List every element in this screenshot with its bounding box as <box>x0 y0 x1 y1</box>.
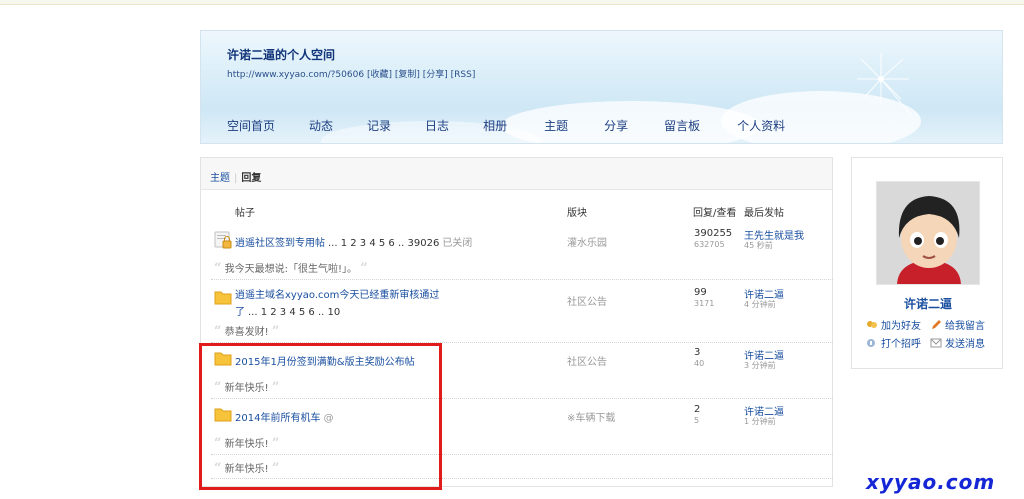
column-forum: 版块 <box>567 208 587 219</box>
forum-name[interactable]: 灌水乐园 <box>567 234 607 249</box>
last-post-time: 45 秒前 <box>744 241 773 250</box>
nav-share[interactable]: 分享 <box>604 117 628 134</box>
nav-records[interactable]: 记录 <box>367 117 391 134</box>
tab-topics[interactable]: 主题 <box>210 173 230 184</box>
wave-icon <box>867 339 875 347</box>
add-friend-link[interactable]: 加为好友 <box>866 317 921 332</box>
space-nav: 空间首页 动态 记录 日志 相册 主题 分享 留言板 个人资料 <box>227 117 785 134</box>
forum-name[interactable]: 社区公告 <box>567 293 607 308</box>
send-message-link[interactable]: 发送消息 <box>930 335 985 350</box>
reply-count: 390255 <box>694 228 733 239</box>
highlight-box <box>199 343 442 490</box>
rss-link[interactable]: [RSS] <box>451 70 476 80</box>
profile-card: 许诺二逼 加为好友 给我留言 打个招呼 发送消息 <box>851 157 1003 369</box>
locked-thread-icon <box>214 231 232 249</box>
nav-album[interactable]: 相册 <box>483 117 507 134</box>
nav-guestbook[interactable]: 留言板 <box>664 117 700 134</box>
nav-profile[interactable]: 个人资料 <box>737 117 785 134</box>
thread-pages[interactable]: ... 1 2 3 4 5 6 .. 39026 <box>328 238 439 249</box>
forum-name[interactable]: 社区公告 <box>567 353 607 368</box>
say-hello-link[interactable]: 打个招呼 <box>866 335 921 350</box>
reply-count: 3 <box>694 347 701 358</box>
add-friend-icon <box>867 321 877 328</box>
space-title[interactable]: 许诺二逼的个人空间 <box>227 46 335 63</box>
thread-pages[interactable]: ... 1 2 3 4 5 6 .. 10 <box>248 307 340 318</box>
tab-bar: 主题 | 回复 <box>201 158 832 190</box>
table-row: 逍遥社区签到专用帖... 1 2 3 4 5 6 .. 39026 已关闭 <box>235 234 472 249</box>
profile-username[interactable]: 许诺二逼 <box>852 295 1004 312</box>
column-stats: 回复/查看 <box>693 208 737 219</box>
last-post-time: 1 分钟前 <box>744 417 776 426</box>
last-post-time: 3 分钟前 <box>744 361 776 370</box>
space-url[interactable]: http://www.xyyao.com/?50606 <box>227 70 364 80</box>
closed-label: 已关闭 <box>442 238 473 249</box>
view-count: 3171 <box>694 299 715 308</box>
row-divider <box>211 279 833 280</box>
view-count: 5 <box>694 416 700 425</box>
nav-topics[interactable]: 主题 <box>544 117 568 134</box>
tab-replies[interactable]: 回复 <box>241 173 261 184</box>
bookmark-link[interactable]: [收藏] <box>367 70 392 80</box>
thread-title[interactable]: 逍遥主域名xyyao.com今天已经重新审核通过 <box>235 286 439 301</box>
nav-blog[interactable]: 日志 <box>425 117 449 134</box>
share-link[interactable]: [分享] <box>423 70 448 80</box>
pencil-icon <box>932 320 941 329</box>
column-last-post: 最后发帖 <box>744 208 784 219</box>
reply-quote: “ 恭喜发财! ” <box>214 324 280 339</box>
watermark: xyyao.com <box>866 470 996 494</box>
avatar[interactable] <box>876 181 980 285</box>
view-count: 632705 <box>694 240 725 249</box>
forum-name[interactable]: ※车辆下载 <box>567 409 615 424</box>
avatar-image <box>877 182 979 284</box>
column-post: 帖子 <box>235 208 255 219</box>
space-header: 许诺二逼的个人空间 http://www.xyyao.com/?50606 [收… <box>200 30 1003 144</box>
leave-message-link[interactable]: 给我留言 <box>930 317 985 332</box>
reply-count: 2 <box>694 404 701 415</box>
copy-link[interactable]: [复制] <box>395 70 420 80</box>
top-strip <box>0 0 1024 5</box>
nav-home[interactable]: 空间首页 <box>227 117 275 134</box>
reply-count: 99 <box>694 287 707 298</box>
nav-feed[interactable]: 动态 <box>309 117 333 134</box>
thread-title[interactable]: 逍遥社区签到专用帖 <box>235 238 325 249</box>
last-post-time: 4 分钟前 <box>744 300 776 309</box>
reply-quote: “ 我今天最想说:「很生气啦!」。 ” <box>214 261 368 276</box>
table-row: 逍遥主域名xyyao.com今天已经重新审核通过 了... 1 2 3 4 5 … <box>235 286 439 318</box>
dandelion-icon <box>857 53 912 116</box>
thread-title-cont[interactable]: 了 <box>235 307 245 318</box>
space-url-line: http://www.xyyao.com/?50606 [收藏] [复制] [分… <box>227 67 475 80</box>
envelope-icon <box>930 338 942 348</box>
folder-icon <box>214 291 232 305</box>
view-count: 40 <box>694 359 705 368</box>
